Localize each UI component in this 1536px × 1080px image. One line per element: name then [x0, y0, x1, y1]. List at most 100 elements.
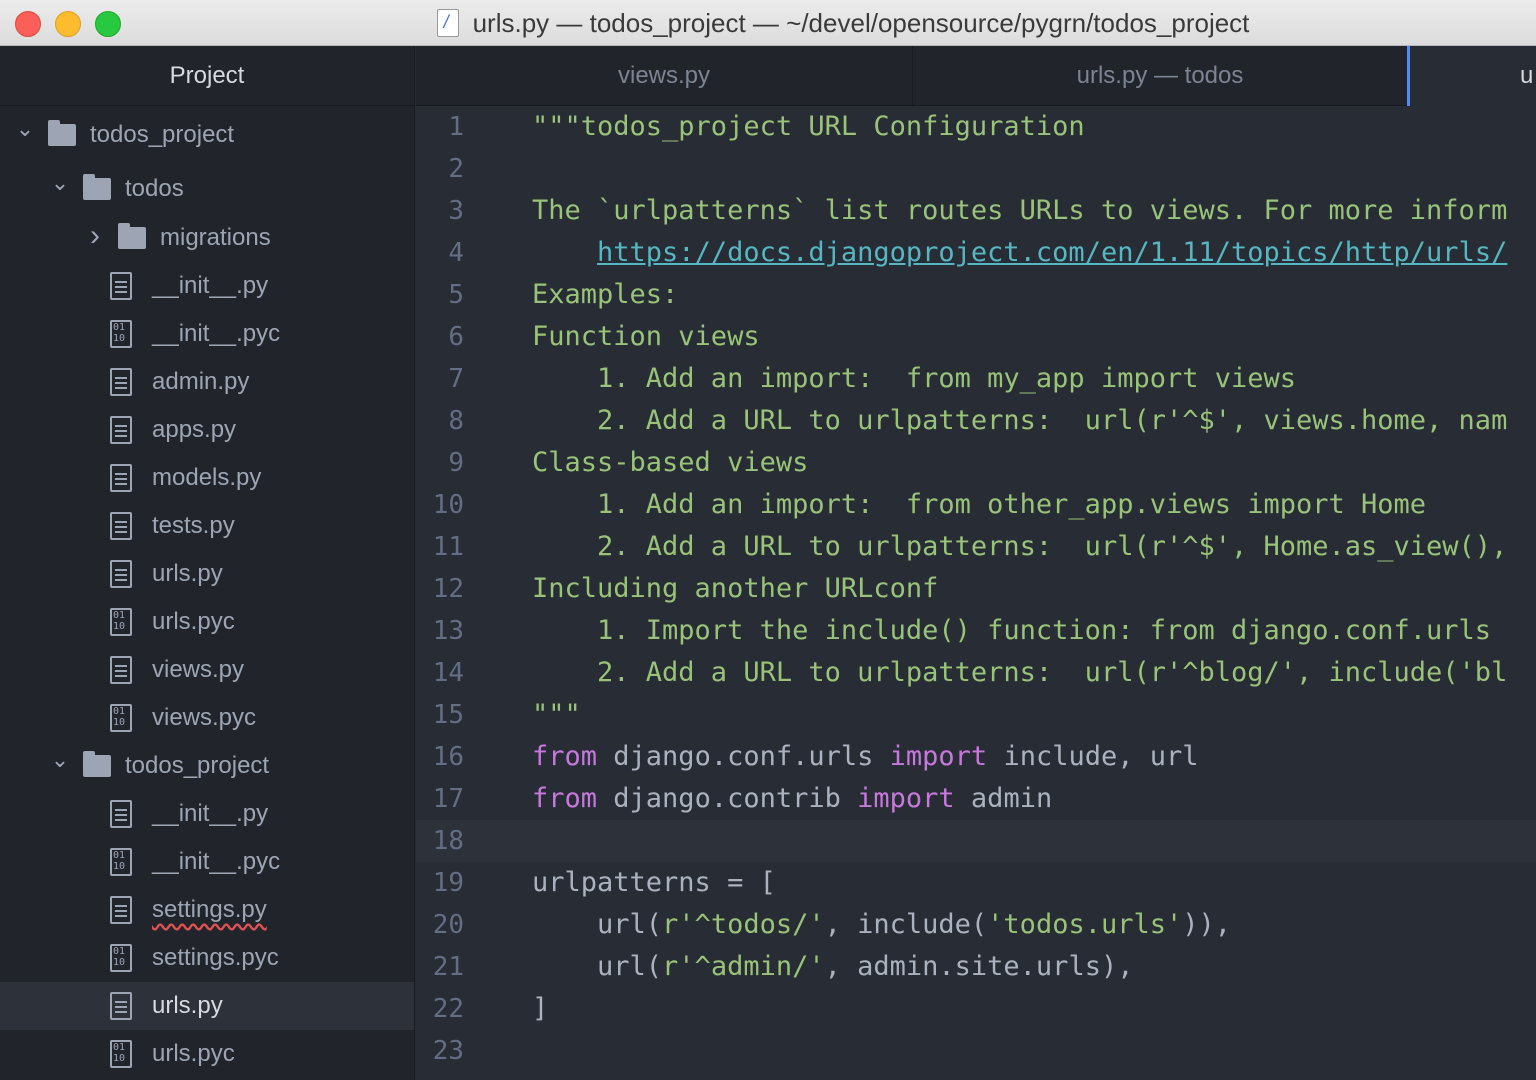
code-line[interactable]: 14 2. Add a URL to urlpatterns: url(r'^b…	[416, 652, 1536, 694]
code-token: admin	[954, 783, 1053, 814]
tree-file[interactable]: __init__.pyc	[0, 838, 414, 886]
code-line[interactable]: 13 1. Import the include() function: fro…	[416, 610, 1536, 652]
code-line[interactable]: 8 2. Add a URL to urlpatterns: url(r'^$'…	[416, 400, 1536, 442]
string-token: Class-based views	[532, 447, 809, 478]
code-line[interactable]: 19 urlpatterns = [	[416, 862, 1536, 904]
code-line[interactable]: 16 from django.conf.urls import include, …	[416, 736, 1536, 778]
tree-file[interactable]: admin.py	[0, 358, 414, 406]
string-token: r'^todos/'	[662, 909, 825, 940]
tree-item-label: views.py	[152, 656, 245, 683]
tree-file[interactable]: __init__.py	[0, 790, 414, 838]
code-line[interactable]: 18	[416, 820, 1536, 862]
chevron-right-icon[interactable]: ›	[84, 219, 106, 253]
folder-icon	[83, 174, 111, 200]
tab-label: views.py	[617, 62, 711, 89]
code-line[interactable]: 6 Function views	[416, 316, 1536, 358]
code-text: 2. Add a URL to urlpatterns: url(r'^blog…	[532, 652, 1507, 694]
line-number: 17	[432, 784, 464, 814]
line-number: 8	[448, 406, 464, 436]
tree-file[interactable]: settings.py	[0, 886, 414, 934]
code-line[interactable]: 2	[416, 148, 1536, 190]
tree-file[interactable]: views.pyc	[0, 694, 414, 742]
tab-urls-py-active[interactable]: u	[1410, 46, 1536, 106]
url-link[interactable]: https://docs.djangoproject.com/en/1.11/t…	[597, 237, 1507, 268]
tree-file[interactable]: urls.py	[0, 550, 414, 598]
tree-folder[interactable]: ⌄ todos_project	[0, 742, 414, 790]
tree-folder[interactable]: ⌄ todos	[0, 164, 414, 214]
line-number: 14	[432, 658, 464, 688]
tree-file[interactable]: __init__.py	[0, 262, 414, 310]
string-token: 'todos.urls'	[987, 909, 1183, 940]
tree-file[interactable]: urls.py	[0, 982, 414, 1030]
tree-file[interactable]: __init__.pyc	[0, 310, 414, 358]
tree-item-label: settings.py	[152, 896, 267, 923]
line-number: 18	[432, 826, 464, 856]
string-token: """todos_project URL Configuration	[532, 111, 1085, 142]
code-line[interactable]: 21 url(r'^admin/', admin.site.urls),	[416, 946, 1536, 988]
text-file-icon	[110, 656, 132, 684]
folder-icon	[83, 751, 111, 777]
keyword-token: from	[532, 783, 598, 814]
code-editor[interactable]: 1 """todos_project URL Configuration 2 3 The…	[416, 106, 1536, 1080]
line-number: 9	[448, 448, 464, 478]
tree-file[interactable]: apps.py	[0, 406, 414, 454]
tree-file[interactable]: tests.py	[0, 502, 414, 550]
code-token: urlpatterns = [	[532, 867, 776, 898]
tab-urls-py-todos[interactable]: urls.py — todos	[913, 46, 1410, 106]
keyword-token: from	[532, 741, 598, 772]
code-line[interactable]: 1 """todos_project URL Configuration	[416, 106, 1536, 148]
code-token: ]	[532, 993, 549, 1024]
text-file-icon	[110, 992, 132, 1020]
tree-file[interactable]: urls.pyc	[0, 1030, 414, 1078]
tree-item-label: admin.py	[152, 368, 250, 395]
chevron-down-icon[interactable]: ⌄	[49, 747, 71, 773]
tree-item-label: settings.pyc	[152, 944, 279, 971]
line-number: 1	[448, 112, 464, 142]
chevron-down-icon[interactable]: ⌄	[49, 170, 71, 196]
code-text: 2. Add a URL to urlpatterns: url(r'^$', …	[532, 526, 1507, 568]
code-line[interactable]: 22]	[416, 988, 1536, 1030]
binary-file-icon	[110, 1040, 132, 1068]
tree-folder[interactable]: ⌄ todos_project	[0, 106, 414, 164]
line-number: 5	[448, 280, 464, 310]
code-text: 1. Add an import: from other_app.views i…	[532, 484, 1426, 526]
code-text: 2. Add a URL to urlpatterns: url(r'^$', …	[532, 400, 1507, 442]
string-token: 2. Add a URL to urlpatterns: url(r'^blog…	[532, 657, 1508, 688]
tree-item-label: __init__.pyc	[152, 320, 281, 347]
line-number: 3	[448, 196, 464, 226]
code-line[interactable]: 7 1. Add an import: from my_app import v…	[416, 358, 1536, 400]
code-line[interactable]: 4 https://docs.djangoproject.com/en/1.11…	[416, 232, 1536, 274]
code-line[interactable]: 20 url(r'^todos/', include('todos.urls')…	[416, 904, 1536, 946]
tree-file[interactable]: settings.pyc	[0, 934, 414, 982]
string-token: Examples:	[532, 279, 679, 310]
line-number: 20	[432, 910, 464, 940]
tab-views-py[interactable]: views.py	[416, 46, 913, 106]
chevron-down-icon[interactable]: ⌄	[14, 116, 36, 142]
line-number: 7	[448, 364, 464, 394]
code-line[interactable]: 15 """	[416, 694, 1536, 736]
tree-file[interactable]: urls.pyc	[0, 598, 414, 646]
window-title: urls.py — todos_project — ~/devel/openso…	[472, 7, 1250, 38]
code-text: from django.conf.urls import include, ur…	[532, 736, 1199, 778]
line-number: 6	[448, 322, 464, 352]
tree-item-label: todos_project	[90, 121, 235, 148]
text-file-icon	[110, 896, 132, 924]
code-text: 1. Add an import: from my_app import vie…	[532, 358, 1296, 400]
tree-folder[interactable]: › migrations	[0, 214, 414, 262]
tree-file[interactable]: models.py	[0, 454, 414, 502]
code-line[interactable]: 12 Including another URLconf	[416, 568, 1536, 610]
code-line[interactable]: 17 from django.contrib import admin	[416, 778, 1536, 820]
code-token: url(	[532, 951, 663, 982]
code-line[interactable]: 5 Examples:	[416, 274, 1536, 316]
code-line[interactable]: 11 2. Add a URL to urlpatterns: url(r'^$…	[416, 526, 1536, 568]
binary-file-icon	[110, 320, 132, 348]
code-text: """todos_project URL Configuration	[532, 106, 1085, 148]
code-token: , admin.site.urls),	[824, 951, 1134, 982]
binary-file-icon	[110, 704, 132, 732]
code-line[interactable]: 9 Class-based views	[416, 442, 1536, 484]
code-line[interactable]: 3 The `urlpatterns` list routes URLs to v…	[416, 190, 1536, 232]
code-line[interactable]: 23	[416, 1030, 1536, 1072]
tree-file[interactable]: views.py	[0, 646, 414, 694]
tree-item-label: todos	[125, 175, 184, 202]
code-line[interactable]: 10 1. Add an import: from other_app.view…	[416, 484, 1536, 526]
